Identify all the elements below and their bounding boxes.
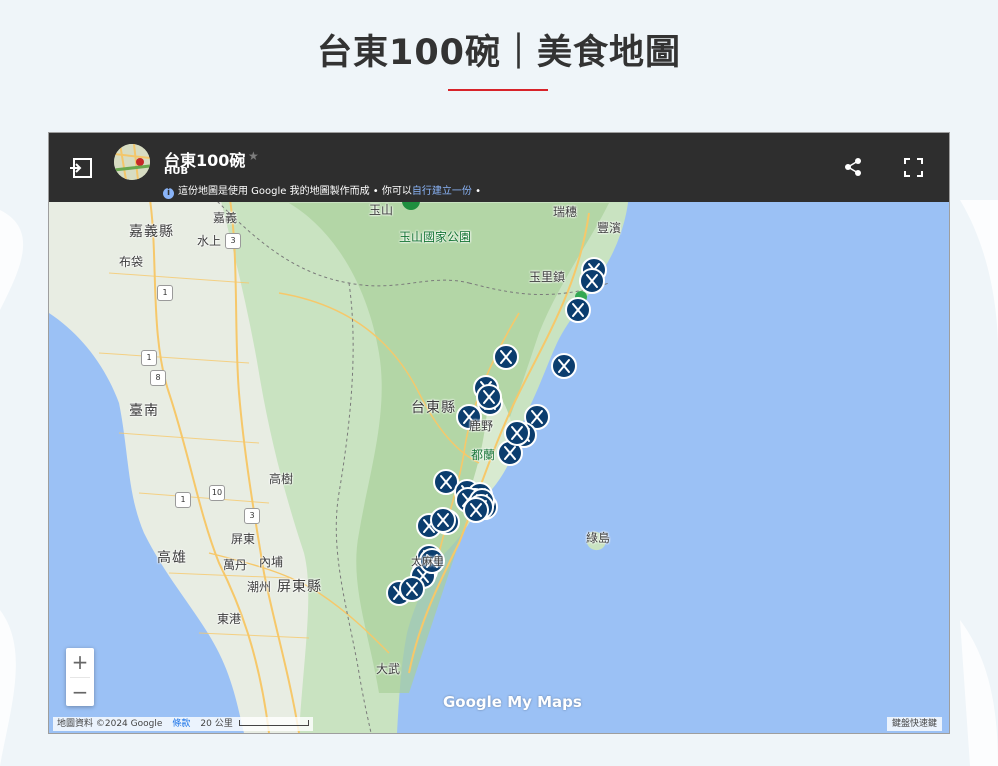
- place-label: 瑞穗: [553, 205, 578, 219]
- place-label: 東港: [217, 612, 242, 626]
- notice-text: 這份地圖是使用 Google 我的地圖製作而成 • 你可以: [178, 186, 412, 197]
- map-subtitle: HUB: [164, 166, 189, 177]
- place-label: 高樹: [269, 472, 294, 486]
- restaurant-marker-icon[interactable]: [579, 268, 605, 294]
- road-shield: 8: [150, 370, 166, 386]
- restaurant-marker-icon[interactable]: [493, 344, 519, 370]
- place-label: 大武: [376, 662, 401, 676]
- scale-label: 20 公里: [200, 719, 233, 729]
- place-label: 潮州: [247, 580, 272, 594]
- place-label: 屏東縣: [277, 579, 322, 595]
- restaurant-marker-icon[interactable]: [551, 353, 577, 379]
- restaurant-marker-icon[interactable]: [565, 297, 591, 323]
- embedded-map[interactable]: 玉山 玉山國家公園 瑞穗 豐濱 嘉義縣 嘉義 水上 布袋 玉里鎮 臺南 台東縣 …: [48, 132, 950, 734]
- map-thumbnail-icon: [114, 144, 150, 180]
- place-label: 玉山: [369, 203, 394, 217]
- place-label: 水上: [197, 234, 222, 248]
- keyboard-shortcuts-link[interactable]: 鍵盤快速鍵: [887, 717, 943, 731]
- title-underline: [448, 89, 548, 91]
- place-label: 嘉義縣: [129, 224, 174, 240]
- place-label: 臺南: [129, 403, 159, 419]
- place-label: 玉山國家公園: [399, 230, 472, 244]
- place-label: 玉里鎮: [529, 270, 566, 284]
- restaurant-marker-icon[interactable]: [430, 507, 456, 533]
- place-label: 都蘭: [471, 448, 496, 462]
- terms-link[interactable]: 條款: [172, 719, 190, 729]
- place-label: 嘉義: [213, 211, 238, 225]
- info-icon: i: [163, 188, 174, 199]
- page-title: 台東100碗｜美食地圖: [316, 33, 682, 73]
- road-shield: 3: [225, 233, 241, 249]
- road-shield: 3: [244, 508, 260, 524]
- share-icon[interactable]: [844, 157, 862, 177]
- zoom-out-button[interactable]: −: [66, 678, 94, 707]
- place-label: 鹿野: [469, 419, 494, 433]
- place-label: 高雄: [157, 550, 187, 566]
- place-label: 太麻里: [411, 555, 444, 568]
- legend-toggle-icon[interactable]: [69, 157, 93, 179]
- fullscreen-icon[interactable]: [904, 158, 923, 177]
- place-label: 布袋: [119, 255, 144, 269]
- place-label: 萬丹: [223, 558, 248, 572]
- place-label: 綠島: [586, 531, 611, 545]
- road-shield: 1: [141, 350, 157, 366]
- map-avatar: [114, 144, 150, 180]
- scale-bar: [238, 720, 309, 726]
- restaurant-marker-icon[interactable]: [504, 420, 530, 446]
- zoom-controls: + −: [66, 648, 94, 706]
- restaurant-marker-icon[interactable]: [399, 576, 425, 602]
- place-label: 屏東: [231, 532, 256, 546]
- map-header: 台東100碗 ★ HUB i 這份地圖是使用 Google 我的地圖製作而成 • …: [49, 133, 949, 202]
- road-shield: 1: [157, 285, 173, 301]
- place-label: 台東縣: [411, 400, 456, 416]
- star-icon[interactable]: ★: [248, 149, 259, 163]
- restaurant-marker-icon[interactable]: [463, 497, 489, 523]
- zoom-in-button[interactable]: +: [66, 648, 94, 677]
- road-shield: 10: [209, 485, 225, 501]
- notice-end: •: [471, 186, 481, 197]
- place-label: 內埔: [259, 555, 284, 569]
- map-attribution: 地圖資料 ©2024 Google 條款 20 公里: [53, 717, 313, 731]
- restaurant-marker-icon[interactable]: [476, 384, 502, 410]
- road-shield: 1: [175, 492, 191, 508]
- map-canvas[interactable]: [49, 133, 949, 733]
- attribution-text: 地圖資料 ©2024 Google: [57, 719, 163, 729]
- notice-line: i 這份地圖是使用 Google 我的地圖製作而成 • 你可以自行建立一份 •: [163, 182, 481, 199]
- place-label: 豐濱: [597, 221, 622, 235]
- google-my-maps-logo: Google My Maps: [443, 693, 582, 711]
- create-map-link[interactable]: 自行建立一份: [412, 186, 472, 197]
